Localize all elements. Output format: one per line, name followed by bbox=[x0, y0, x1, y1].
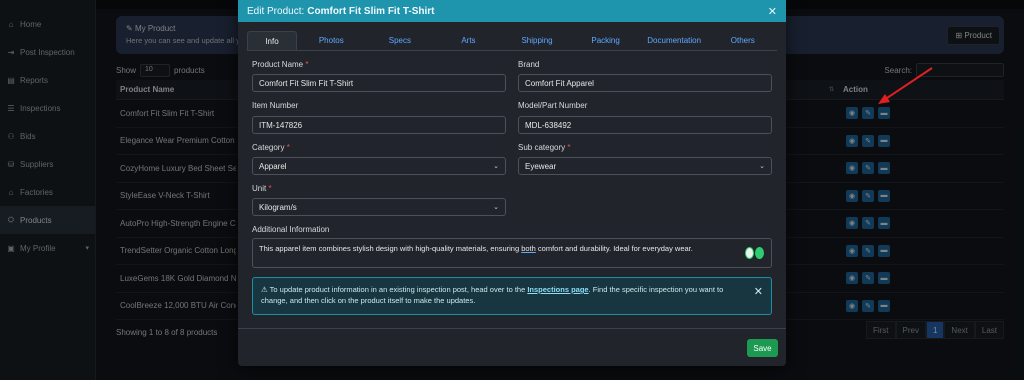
close-icon[interactable]: ✕ bbox=[754, 287, 763, 298]
category-select[interactable]: Apparel ⌄ bbox=[252, 157, 506, 175]
tab-packing[interactable]: Packing bbox=[571, 31, 640, 50]
tab-others[interactable]: Others bbox=[708, 31, 777, 50]
info-alert: ⚠ To update product information in an ex… bbox=[252, 277, 772, 315]
modal-title-product: Comfort Fit Slim Fit T-Shirt bbox=[307, 5, 435, 17]
tab-documentation[interactable]: Documentation bbox=[640, 31, 709, 50]
sub-category-select[interactable]: Eyewear ⌄ bbox=[518, 157, 772, 175]
chevron-down-icon: ⌄ bbox=[493, 163, 499, 170]
modal-tabs: Info Photos Specs Arts Shipping Packing … bbox=[247, 31, 777, 51]
annotation-arrow-icon bbox=[878, 67, 933, 104]
category-label: Category * bbox=[252, 143, 290, 152]
chevron-down-icon: ⌄ bbox=[493, 204, 499, 211]
model-number-input[interactable]: MDL-638492 bbox=[518, 116, 772, 134]
tab-arts[interactable]: Arts bbox=[434, 31, 503, 50]
chevron-down-icon: ⌄ bbox=[759, 163, 765, 170]
brand-input[interactable]: Comfort Fit Apparel bbox=[518, 74, 772, 92]
grammar-assistant-icon[interactable] bbox=[745, 247, 765, 261]
product-name-label: Product Name * bbox=[252, 60, 309, 69]
additional-info-label: Additional Information bbox=[252, 225, 330, 234]
sub-category-label: Sub category * bbox=[518, 143, 571, 152]
additional-info-textarea[interactable]: This apparel item combines stylish desig… bbox=[252, 238, 772, 268]
inspections-page-link[interactable]: Inspections page bbox=[527, 285, 588, 294]
tab-info[interactable]: Info bbox=[247, 31, 297, 50]
unit-label: Unit * bbox=[252, 184, 272, 193]
unit-select[interactable]: Kilogram/s ⌄ bbox=[252, 198, 506, 216]
tab-photos[interactable]: Photos bbox=[297, 31, 366, 50]
save-button[interactable]: Save bbox=[747, 339, 778, 357]
modal-title-prefix: Edit Product: bbox=[247, 5, 305, 17]
item-number-input[interactable]: ITM-147826 bbox=[252, 116, 506, 134]
tab-shipping[interactable]: Shipping bbox=[503, 31, 572, 50]
tab-specs[interactable]: Specs bbox=[366, 31, 435, 50]
brand-label: Brand bbox=[518, 60, 540, 69]
item-number-label: Item Number bbox=[252, 101, 299, 110]
warning-icon: ⚠ bbox=[261, 285, 270, 294]
edit-product-modal: Edit Product: Comfort Fit Slim Fit T-Shi… bbox=[238, 0, 786, 366]
modal-header: Edit Product: Comfort Fit Slim Fit T-Shi… bbox=[238, 0, 786, 22]
model-number-label: Model/Part Number bbox=[518, 101, 588, 110]
product-name-input[interactable]: Comfort Fit Slim Fit T-Shirt bbox=[252, 74, 506, 92]
close-icon[interactable]: ✕ bbox=[768, 5, 777, 18]
